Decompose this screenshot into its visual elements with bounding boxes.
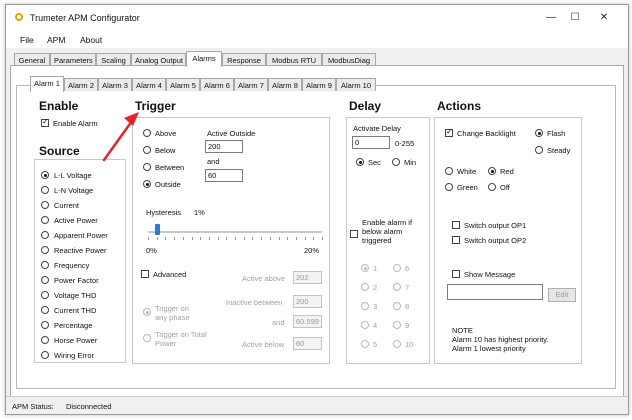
tab-alarm-9[interactable]: Alarm 9 (302, 78, 336, 91)
tab-alarm-2[interactable]: Alarm 2 (64, 78, 98, 91)
tab-alarm-3[interactable]: Alarm 3 (98, 78, 132, 91)
tab-alarm-4[interactable]: Alarm 4 (132, 78, 166, 91)
annotation-arrow-icon (102, 112, 139, 162)
tab-alarm-7[interactable]: Alarm 7 (234, 78, 268, 91)
tab-alarm-1[interactable]: Alarm 1 (30, 76, 64, 92)
tab-alarm-8[interactable]: Alarm 8 (268, 78, 302, 91)
tab-alarm-6[interactable]: Alarm 6 (200, 78, 234, 91)
tab-alarm-10[interactable]: Alarm 10 (336, 78, 376, 91)
alarm-tab-strip: Alarm 1 Alarm 2 Alarm 3 Alarm 4 Alarm 5 … (6, 76, 628, 92)
tab-alarm-5[interactable]: Alarm 5 (166, 78, 200, 91)
tab-alarms[interactable]: Alarms (186, 51, 222, 67)
